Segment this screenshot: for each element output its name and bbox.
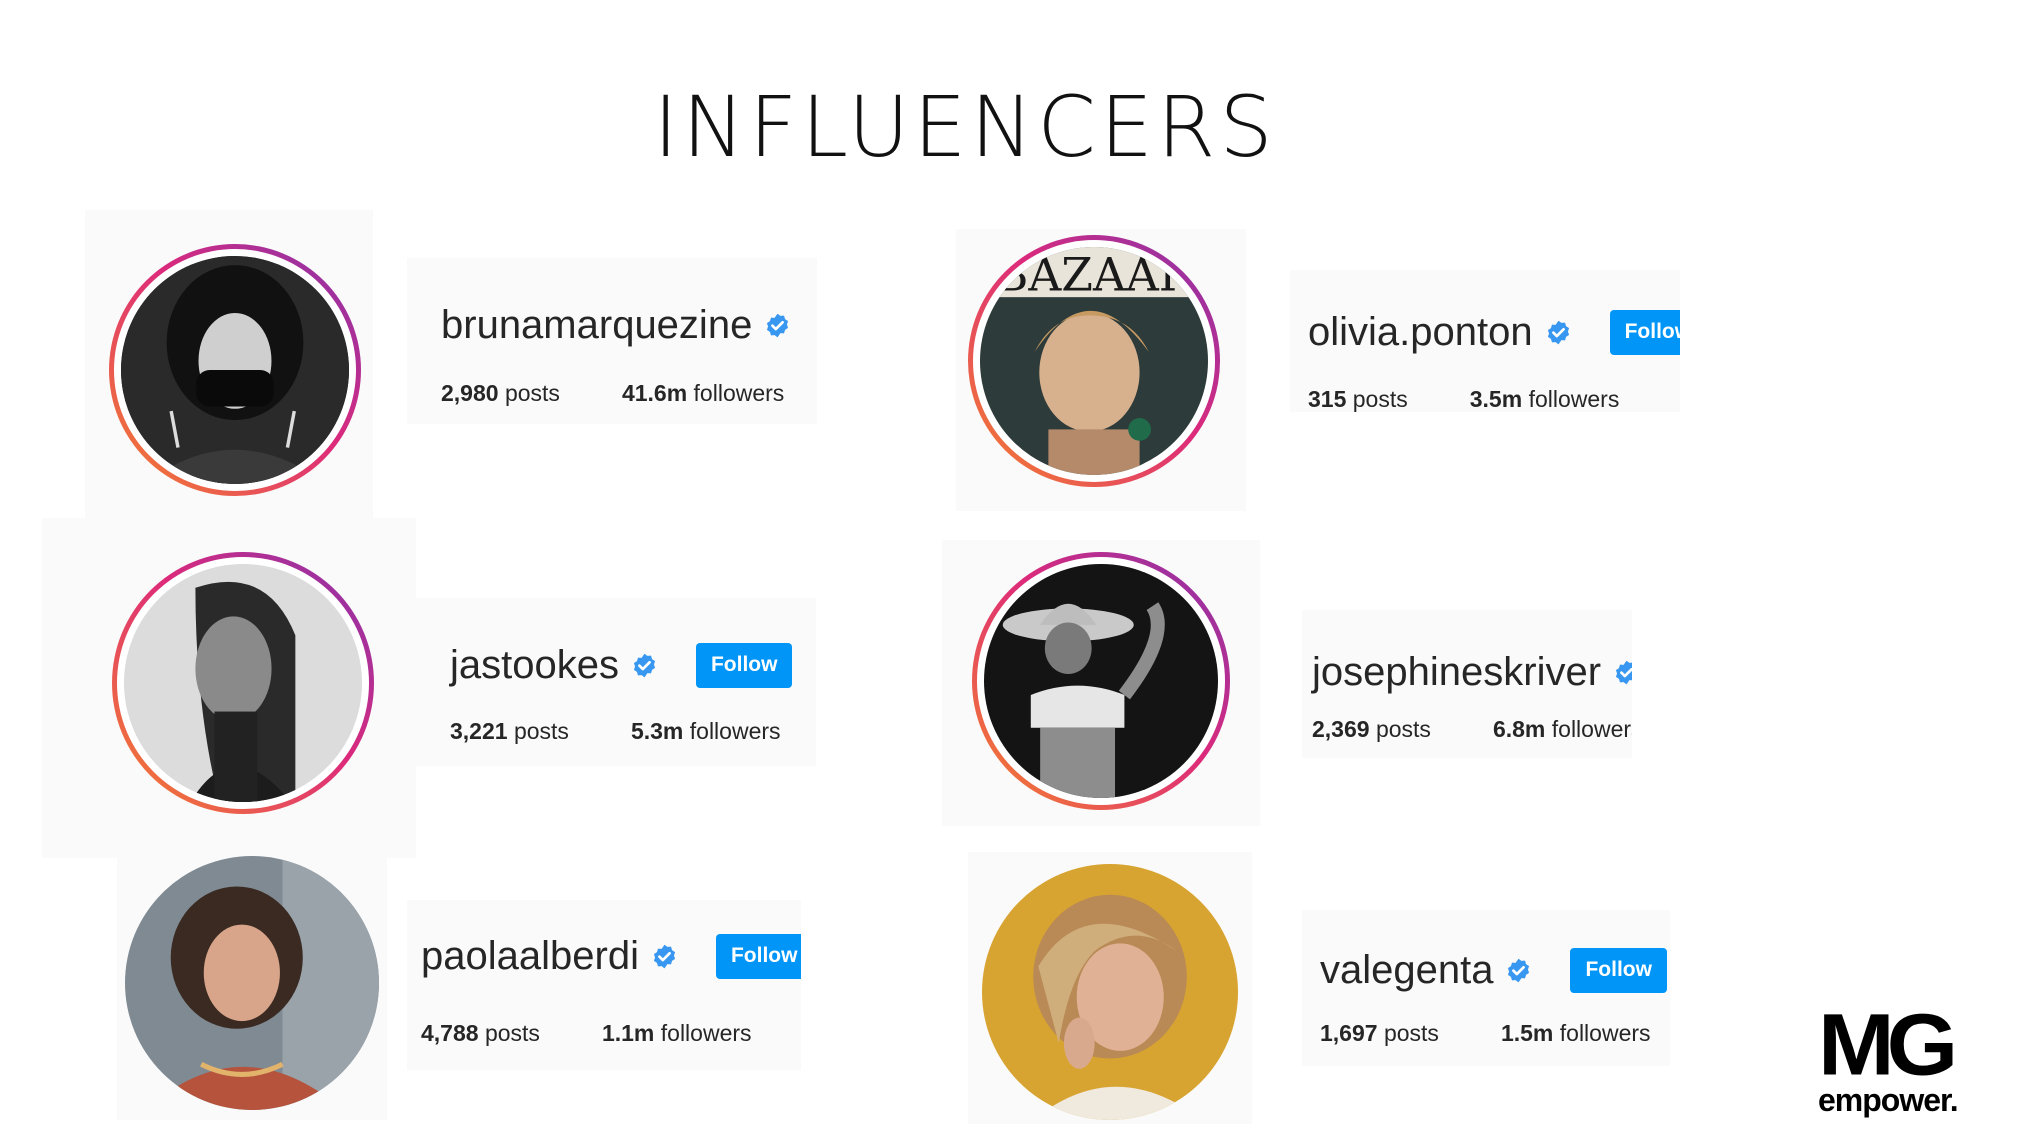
follow-button[interactable]: Follow bbox=[715, 934, 801, 979]
profile-card-brunamarquezine: brunamarquezine 2,980 posts 41.6m follow… bbox=[407, 258, 817, 424]
verified-badge-icon bbox=[631, 652, 658, 679]
profile-card-olivia-ponton: olivia.ponton Follow 315 posts 3.5m foll… bbox=[1290, 270, 1680, 412]
logo-mark: MG bbox=[1818, 996, 1958, 1094]
follow-button[interactable]: Follow bbox=[1609, 310, 1680, 355]
posts-count: 2,369 posts bbox=[1312, 716, 1431, 742]
follow-button[interactable]: Follow bbox=[1570, 948, 1667, 993]
avatar-card-olivia-ponton: BAZAAR bbox=[956, 229, 1246, 511]
profile-photo-jastookes bbox=[124, 564, 362, 802]
avatar[interactable] bbox=[982, 864, 1238, 1120]
avatar-card-josephineskriver bbox=[942, 540, 1260, 826]
profile-card-valegenta: valegenta Follow 1,697 posts 1.5m follow… bbox=[1302, 910, 1670, 1066]
username[interactable]: paolaalberdi bbox=[421, 934, 639, 979]
profile-photo-olivia-ponton: BAZAAR bbox=[980, 247, 1208, 475]
posts-count: 3,221 posts bbox=[450, 718, 569, 744]
profile-photo-brunamarquezine bbox=[121, 256, 349, 484]
username[interactable]: valegenta bbox=[1320, 948, 1493, 993]
follow-button[interactable]: Follow bbox=[695, 643, 793, 688]
profile-photo-valegenta bbox=[982, 864, 1238, 1120]
followers-count[interactable]: 3.5m followers bbox=[1470, 386, 1620, 412]
avatar[interactable] bbox=[124, 564, 362, 802]
avatar[interactable]: BAZAAR bbox=[980, 247, 1208, 475]
profile-photo-paolaalberdi bbox=[125, 856, 379, 1110]
avatar-card-valegenta bbox=[968, 852, 1252, 1124]
avatar-card-paolaalberdi bbox=[117, 856, 387, 1120]
avatar-card-brunamarquezine bbox=[85, 210, 373, 520]
profile-card-paolaalberdi: paolaalberdi Follow 4,788 posts 1.1m fol… bbox=[407, 900, 801, 1070]
avatar[interactable] bbox=[125, 856, 379, 1110]
username[interactable]: josephineskriver bbox=[1312, 650, 1601, 695]
posts-count: 315 posts bbox=[1308, 386, 1408, 412]
posts-count: 4,788 posts bbox=[421, 1020, 540, 1046]
followers-count[interactable]: 41.6m followers bbox=[622, 380, 784, 407]
verified-badge-icon bbox=[651, 943, 678, 970]
avatar[interactable] bbox=[984, 564, 1218, 798]
username[interactable]: brunamarquezine bbox=[441, 303, 752, 348]
verified-badge-icon bbox=[1613, 659, 1632, 686]
username[interactable]: olivia.ponton bbox=[1308, 310, 1533, 355]
followers-count[interactable]: 5.3m followers bbox=[631, 718, 781, 745]
profile-photo-josephineskriver bbox=[984, 564, 1218, 798]
followers-count[interactable]: 1.5m followers bbox=[1501, 1020, 1651, 1047]
mg-empower-logo: MG empower. bbox=[1818, 996, 1968, 1116]
avatar-card-jastookes bbox=[42, 518, 416, 858]
avatar[interactable] bbox=[121, 256, 349, 484]
profile-card-jastookes: jastookes Follow 3,221 posts 5.3m follow… bbox=[416, 598, 816, 766]
posts-count: 1,697 posts bbox=[1320, 1020, 1439, 1046]
verified-badge-icon bbox=[1505, 957, 1532, 984]
verified-badge-icon bbox=[1545, 319, 1572, 346]
profile-card-josephineskriver: josephineskriver 2,369 posts 6.8m follow… bbox=[1302, 610, 1632, 758]
page-title: INFLUENCERS bbox=[653, 78, 1277, 176]
posts-count: 2,980 posts bbox=[441, 380, 560, 406]
verified-badge-icon bbox=[764, 312, 791, 339]
followers-count[interactable]: 1.1m followers bbox=[602, 1020, 752, 1047]
username[interactable]: jastookes bbox=[450, 643, 619, 688]
followers-count[interactable]: 6.8m followers bbox=[1493, 716, 1632, 743]
